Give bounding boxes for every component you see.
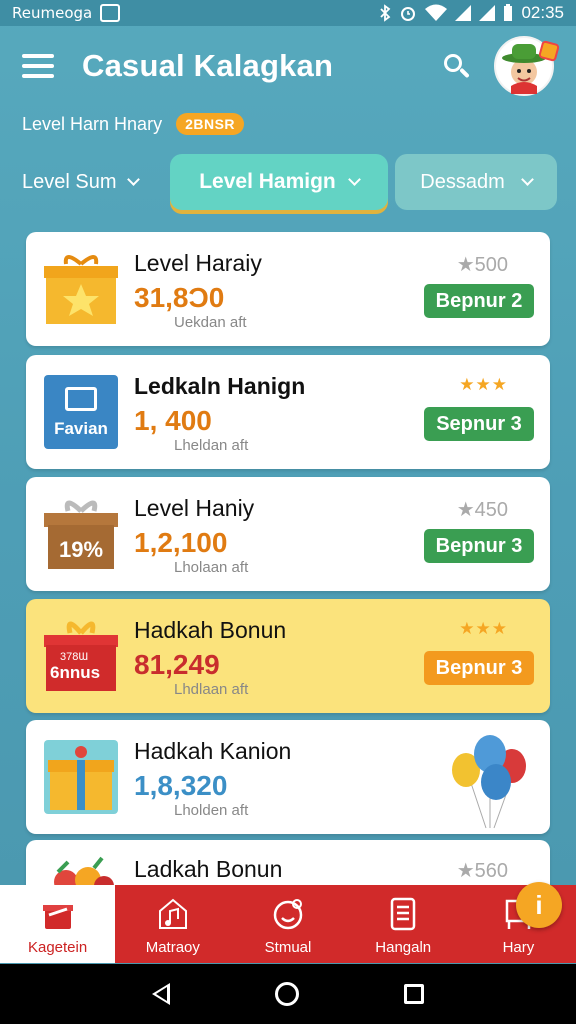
card-action-button[interactable]: Bepnur 2 — [424, 284, 534, 318]
card-title: Level Haraiy — [134, 250, 262, 276]
filter-label: Dessadm — [420, 170, 505, 193]
status-bar: Reumeoga 02:35 — [0, 0, 576, 26]
card-title: Ladkah Bonun — [134, 856, 283, 882]
list-item-card[interactable]: Level Haraiy 31,8Ɔ0 Uekdan aft ★500 Bepn… — [26, 232, 550, 346]
user-avatar[interactable] — [494, 36, 561, 96]
bottom-navigation: Kagetein Matraoy Stmual Hangaln Hary — [0, 885, 576, 963]
list-item-card-highlighted[interactable]: 378Ɯ 6nnus Hadkah Bonun 81,249 Lhdlaan a… — [26, 599, 550, 713]
card-rating: ★450 — [457, 497, 508, 522]
card-rating: ★500 — [457, 252, 508, 277]
card-value: 81,249 — [134, 649, 220, 680]
signal-icon — [455, 5, 472, 21]
alarm-icon — [401, 7, 416, 21]
card-action-button[interactable]: Bepnur 3 — [424, 651, 534, 685]
gift-box-icon — [44, 740, 118, 814]
subheader: Level Harn Hnary 2BNSR — [22, 112, 245, 136]
home-icon[interactable] — [274, 982, 299, 1006]
card-subtitle: Lhdlaan aft — [174, 681, 249, 698]
tablet-icon: Favian — [44, 375, 118, 449]
status-icons: 02:35 — [379, 3, 564, 23]
filter-label: Level Hamign — [199, 170, 336, 193]
card-value: 1, 400 — [134, 405, 212, 436]
list-icon — [390, 897, 416, 931]
recent-apps-icon[interactable] — [403, 984, 424, 1004]
hamburger-icon[interactable] — [22, 54, 54, 78]
back-icon[interactable] — [152, 983, 171, 1005]
card-title: Level Haniy — [134, 495, 255, 521]
bluetooth-icon — [380, 4, 391, 22]
star-icon: ★ — [456, 499, 475, 521]
notification-icon — [100, 4, 121, 22]
subheader-badge: 2BNSR — [176, 113, 245, 135]
thumb-label: Favian — [54, 419, 108, 438]
clock: 02:35 — [521, 3, 564, 22]
list-item-card[interactable]: Hadkah Kanion 1,8,320 Lholden aft — [26, 720, 550, 834]
card-subtitle: Lholaan aft — [174, 559, 249, 576]
wifi-icon — [425, 4, 448, 21]
filter-dessadm[interactable]: Dessadm — [395, 154, 557, 210]
thumb-label: 6nnus — [50, 663, 101, 682]
nav-item-stmual[interactable]: Stmual — [230, 885, 345, 963]
list-item-card[interactable]: Favian Ledkaln Hanign 1, 400 Lheldan aft… — [26, 355, 550, 469]
star-icon: ★ — [456, 860, 475, 882]
carrier-label: Reumeoga — [12, 4, 93, 22]
nav-item-matraoy[interactable]: Matraoy — [115, 885, 230, 963]
signal-icon-2 — [479, 5, 496, 21]
chevron-down-icon — [520, 173, 534, 186]
card-rating: ★560 — [457, 858, 508, 883]
card-value: 31,8Ɔ0 — [134, 282, 225, 313]
card-action-button[interactable]: Bepnur 3 — [424, 529, 534, 563]
filter-level-sum[interactable]: Level Sum — [22, 162, 140, 202]
card-subtitle: Uekdan aft — [174, 314, 247, 331]
gift-box-icon: 19% — [44, 497, 118, 571]
nav-label: Kagetein — [27, 939, 88, 956]
chevron-down-icon — [126, 173, 140, 186]
card-title: Hadkah Kanion — [134, 738, 292, 764]
nav-item-hangaln[interactable]: Hangaln — [346, 885, 461, 963]
gift-box-icon: 378Ɯ 6nnus — [44, 619, 118, 693]
nav-label: Hangaln — [375, 939, 432, 956]
list-item-card[interactable]: 19% Level Haniy 1,2,100 Lholaan aft ★450… — [26, 477, 550, 591]
filter-level-hamign[interactable]: Level Hamign — [170, 154, 388, 210]
card-value: 1,8,320 — [134, 770, 228, 801]
rating-value: 500 — [474, 254, 508, 276]
card-title: Ledkaln Hanign — [134, 373, 306, 399]
nav-label: Hary — [502, 939, 535, 956]
nav-label: Matraoy — [145, 939, 200, 956]
app-title: Casual Kalagkan — [82, 48, 334, 83]
card-action-button[interactable]: Sepnur 3 — [424, 407, 534, 441]
chevron-down-icon — [347, 173, 361, 186]
gift-box-icon — [44, 255, 118, 324]
app-screen: Reumeoga 02:35 Casual Kalagkan Level Har… — [0, 0, 576, 1024]
rating-value: 560 — [474, 860, 508, 882]
star-icon: ★ — [456, 254, 475, 276]
card-subtitle: Lheldan aft — [174, 437, 249, 454]
thumb-sublabel: 378Ɯ — [60, 651, 89, 663]
system-navigation-bar — [0, 964, 576, 1024]
star-rating-icon: ★★★ — [459, 375, 508, 394]
app-bar: Casual Kalagkan — [0, 28, 576, 104]
rating-value: 450 — [474, 499, 508, 521]
filter-row: Level Sum Level Hamign Dessadm — [0, 154, 576, 212]
music-note-icon — [158, 898, 187, 929]
nav-item-kagetein[interactable]: Kagetein — [0, 885, 116, 963]
thumb-label: 19% — [58, 537, 104, 562]
subheader-label: Level Harn Hnary — [22, 113, 163, 134]
battery-icon — [504, 4, 513, 21]
balloons-icon — [452, 735, 526, 829]
gift-icon — [42, 905, 73, 929]
search-icon[interactable] — [436, 46, 476, 86]
card-title: Hadkah Bonun — [134, 617, 287, 643]
card-subtitle: Lholden aft — [174, 802, 249, 819]
card-value: 1,2,100 — [134, 527, 228, 558]
star-rating-icon: ★★★ — [459, 619, 508, 638]
info-fab-button[interactable]: i — [516, 882, 562, 928]
nav-label: Stmual — [264, 939, 312, 956]
smiley-icon — [273, 899, 303, 930]
filter-label: Level Sum — [22, 170, 117, 193]
